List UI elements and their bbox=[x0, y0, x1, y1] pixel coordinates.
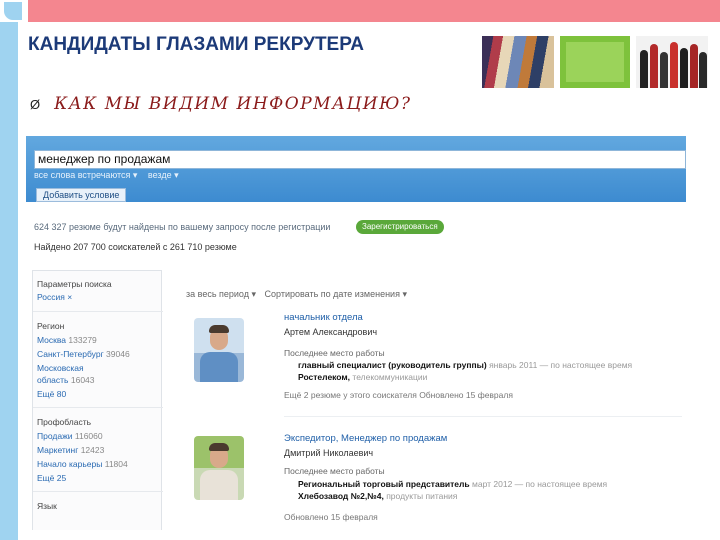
last-job-position: Региональный торговый представитель март… bbox=[298, 479, 608, 489]
add-condition-button[interactable]: Добавить условие bbox=[36, 188, 127, 202]
divider bbox=[33, 491, 163, 492]
crowd-silhouettes-photo bbox=[636, 36, 708, 88]
resume-count-text: 624 327 резюме будут найдены по вашему з… bbox=[34, 222, 331, 232]
bullet-arrow-icon: Ø bbox=[30, 96, 41, 112]
last-job-position: главный специалист (руководитель группы)… bbox=[298, 360, 633, 370]
last-job-company: Хлебозавод №2,№4, продукты питания bbox=[298, 491, 458, 501]
result-separator bbox=[284, 416, 682, 417]
last-job-label: Последнее место работы bbox=[284, 466, 385, 476]
left-accent-bar bbox=[0, 0, 18, 540]
prof-more-link[interactable]: Ещё 25 bbox=[37, 473, 66, 483]
search-header: менеджер по продажам все слова встречают… bbox=[26, 136, 686, 202]
green-tile bbox=[560, 36, 630, 88]
period-dropdown[interactable]: за весь период ▾ bbox=[186, 289, 256, 299]
candidate-avatar[interactable] bbox=[194, 436, 244, 500]
search-options: все слова встречаются ▾ везде ▾ bbox=[34, 170, 187, 181]
resume-title-link[interactable]: начальник отдела bbox=[284, 312, 363, 323]
scope-option-dropdown[interactable]: везде ▾ bbox=[148, 170, 179, 180]
prof-item-sales[interactable]: Продажи 116060 bbox=[37, 431, 103, 441]
slide-title: КАНДИДАТЫ ГЛАЗАМИ РЕКРУТЕРА bbox=[28, 34, 364, 55]
slide-subtitle: КАК МЫ ВИДИМ ИНФОРМАЦИЮ? bbox=[54, 94, 412, 114]
prof-item-marketing[interactable]: Маркетинг 12423 bbox=[37, 445, 104, 455]
candidate-avatar[interactable] bbox=[194, 318, 244, 382]
last-job-company: Ростелеком, телекоммуникации bbox=[298, 372, 428, 382]
resume-search-screenshot: менеджер по продажам все слова встречают… bbox=[26, 136, 686, 530]
region-item-spb[interactable]: Санкт-Петербург 39046 bbox=[37, 349, 130, 359]
top-accent-bar bbox=[28, 0, 720, 22]
prof-title: Профобласть bbox=[37, 417, 92, 427]
words-option-dropdown[interactable]: все слова встречаются ▾ bbox=[34, 170, 137, 180]
candidate-name: Дмитрий Николаевич bbox=[284, 448, 374, 458]
prof-item-career-start[interactable]: Начало карьеры 11804 bbox=[37, 459, 128, 469]
last-job-label: Последнее место работы bbox=[284, 348, 385, 358]
params-title: Параметры поиска bbox=[37, 279, 112, 289]
sort-order-dropdown[interactable]: Сортировать по дате изменения ▾ bbox=[265, 289, 407, 299]
params-region-chip[interactable]: Россия × bbox=[37, 292, 72, 302]
sort-row: за весь период ▾ Сортировать по дате изм… bbox=[186, 289, 413, 300]
divider bbox=[33, 311, 163, 312]
resume-title-link[interactable]: Экспедитор, Менеджер по продажам bbox=[284, 433, 447, 444]
register-button[interactable]: Зарегистрироваться bbox=[356, 220, 444, 234]
region-title: Регион bbox=[37, 321, 65, 331]
region-item-moscow-oblast-count[interactable]: область 16043 bbox=[37, 375, 95, 385]
language-title: Язык bbox=[37, 501, 57, 511]
region-more-link[interactable]: Ещё 80 bbox=[37, 389, 66, 399]
left-accent-cap bbox=[0, 0, 22, 22]
filter-sidebar: Параметры поиска Россия × Регион Москва … bbox=[32, 270, 163, 530]
resume-footer: Обновлено 15 февраля bbox=[284, 512, 378, 522]
found-count-text: Найдено 207 700 соискателей с 261 710 ре… bbox=[34, 242, 237, 252]
candidate-name: Артем Александрович bbox=[284, 327, 378, 337]
resume-footer: Ещё 2 резюме у этого соискателя Обновлен… bbox=[284, 390, 513, 400]
search-input[interactable]: менеджер по продажам bbox=[34, 150, 686, 169]
divider bbox=[33, 407, 163, 408]
region-item-moscow[interactable]: Москва 133279 bbox=[37, 335, 97, 345]
region-item-moscow-oblast[interactable]: Московская bbox=[37, 363, 84, 373]
fabric-rolls-photo bbox=[482, 36, 554, 88]
slide-subtitle-row: Ø КАК МЫ ВИДИМ ИНФОРМАЦИЮ? bbox=[30, 92, 412, 116]
